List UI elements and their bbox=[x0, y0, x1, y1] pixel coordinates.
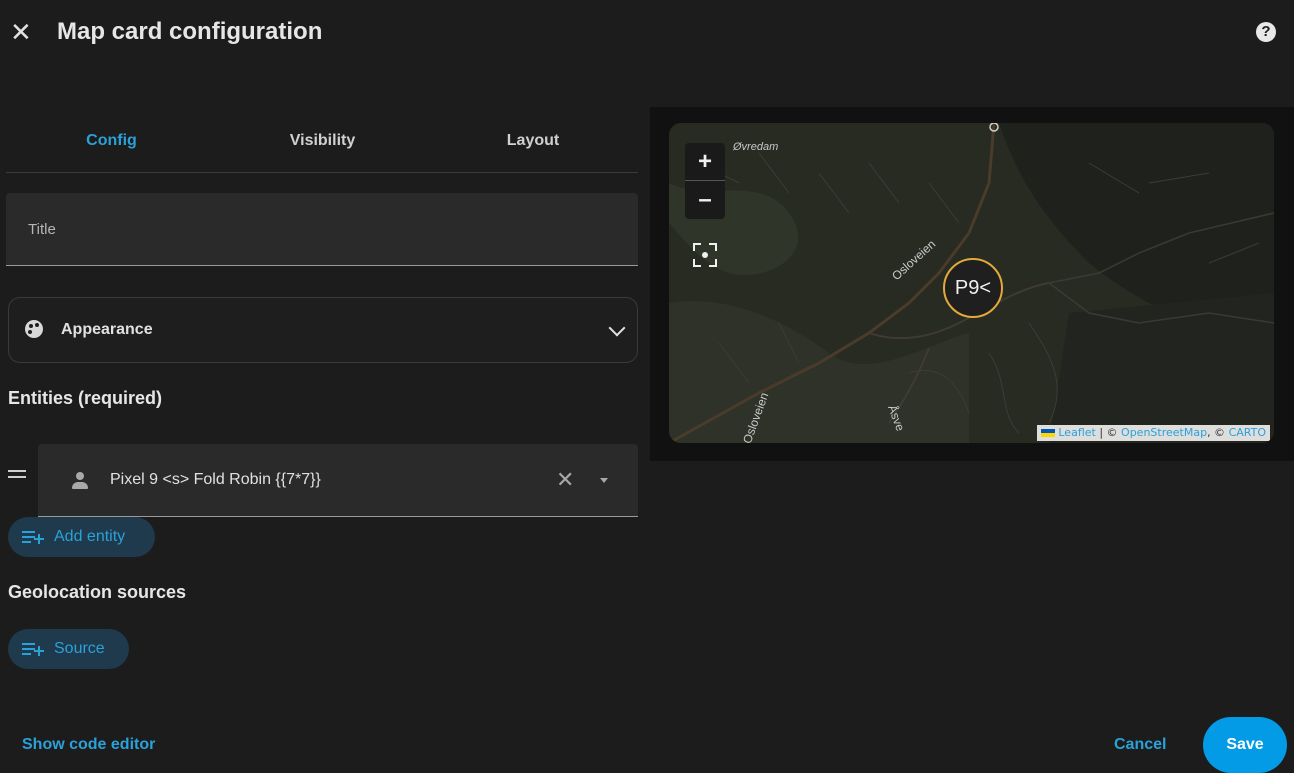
attribution-separator: , © bbox=[1207, 426, 1229, 439]
playlist-add-icon bbox=[22, 641, 44, 657]
leaflet-link[interactable]: Leaflet bbox=[1058, 426, 1095, 439]
zoom-out-button[interactable]: – bbox=[685, 181, 725, 218]
attribution-separator: | © bbox=[1095, 426, 1122, 439]
palette-icon bbox=[25, 320, 43, 338]
add-source-button[interactable]: Source bbox=[8, 629, 129, 669]
tab-layout[interactable]: Layout bbox=[428, 110, 638, 171]
close-icon[interactable]: ✕ bbox=[10, 18, 34, 46]
carto-link[interactable]: CARTO bbox=[1229, 426, 1266, 439]
tab-config[interactable]: Config bbox=[6, 110, 217, 171]
help-icon[interactable]: ? bbox=[1256, 22, 1276, 42]
add-entity-button[interactable]: Add entity bbox=[8, 517, 155, 557]
zoom-in-button[interactable]: + bbox=[685, 143, 725, 181]
zoom-control: + – bbox=[685, 143, 725, 219]
cancel-button[interactable]: Cancel bbox=[1114, 736, 1166, 754]
recenter-icon[interactable] bbox=[693, 243, 717, 267]
map-place-label: Øvredam bbox=[733, 141, 779, 153]
entities-heading: Entities (required) bbox=[8, 388, 163, 408]
chevron-down-icon bbox=[608, 319, 626, 337]
card-preview: Øvredam Osloveien Osloveien Åsve + – P9<… bbox=[650, 107, 1294, 461]
entity-marker[interactable]: P9< bbox=[943, 258, 1003, 318]
show-code-editor-button[interactable]: Show code editor bbox=[22, 736, 155, 754]
clear-icon[interactable]: ✕ bbox=[556, 467, 574, 493]
osm-link[interactable]: OpenStreetMap bbox=[1121, 426, 1207, 439]
tab-bar: Config Visibility Layout bbox=[6, 110, 638, 173]
dropdown-arrow-icon[interactable] bbox=[600, 478, 608, 483]
title-field-label: Title bbox=[28, 221, 56, 238]
dialog-title: Map card configuration bbox=[57, 18, 323, 45]
tab-visibility[interactable]: Visibility bbox=[217, 110, 428, 171]
geolocation-heading: Geolocation sources bbox=[8, 582, 187, 602]
map-attribution: Leaflet | © OpenStreetMap, © CARTO bbox=[1036, 425, 1270, 441]
appearance-expander[interactable]: Appearance bbox=[8, 297, 638, 363]
entity-picker[interactable]: Pixel 9 <s> Fold Robin {{7*7}} ✕ bbox=[38, 444, 638, 517]
add-source-label: Source bbox=[54, 640, 105, 657]
drag-handle-icon[interactable] bbox=[8, 470, 26, 480]
playlist-add-icon bbox=[22, 529, 44, 545]
add-entity-label: Add entity bbox=[54, 528, 126, 545]
map[interactable]: Øvredam Osloveien Osloveien Åsve + – P9<… bbox=[669, 123, 1274, 443]
ukraine-flag-icon bbox=[1040, 429, 1055, 437]
entity-value: Pixel 9 <s> Fold Robin {{7*7}} bbox=[110, 471, 321, 488]
dialog-header: ✕ Map card configuration ? bbox=[0, 0, 1294, 64]
title-field[interactable]: Title bbox=[6, 193, 638, 266]
appearance-label: Appearance bbox=[61, 321, 153, 338]
person-icon bbox=[72, 472, 88, 490]
